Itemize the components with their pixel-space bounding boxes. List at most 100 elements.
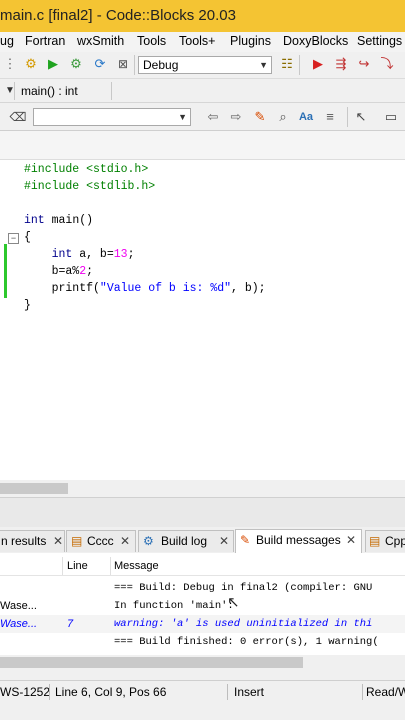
tab-cccc[interactable]: ▤ Cccc ✕ — [66, 530, 136, 552]
divider — [111, 82, 112, 100]
arrow-left-icon[interactable]: ⇦ — [205, 109, 221, 125]
code-line: } — [24, 299, 31, 312]
abort-icon[interactable]: ⊠ — [115, 56, 131, 72]
menu-wxsmith[interactable]: wxSmith — [77, 34, 124, 48]
code-line: printf("Value of b is: %d", b); — [24, 282, 266, 295]
column-header-line[interactable]: Line — [67, 557, 88, 575]
code-token: ; — [127, 248, 135, 261]
play-icon[interactable]: ▶ — [45, 56, 61, 72]
status-bar: WS-1252 Line 6, Col 9, Pos 66 Insert Rea… — [0, 680, 405, 703]
code-line: b=a%2; — [24, 265, 93, 278]
code-line: int main() — [24, 214, 93, 227]
log-row[interactable]: === Build: Debug in final2 (compiler: GN… — [0, 579, 405, 597]
menu-settings[interactable]: Settings — [357, 34, 402, 48]
editor-scroll-thumb[interactable] — [0, 483, 68, 494]
gear-icon[interactable]: ⚙ — [23, 56, 39, 72]
debug-run-icon[interactable]: ▶ — [310, 56, 326, 72]
tab-build-messages[interactable]: ✎ Build messages ✕ — [235, 529, 362, 553]
code-token: } — [24, 299, 31, 312]
divider — [299, 55, 300, 75]
close-icon[interactable]: ✕ — [346, 530, 356, 550]
panel-icon[interactable]: ▭ — [383, 109, 399, 125]
highlighter-icon[interactable]: ✎ — [252, 109, 268, 125]
function-scope[interactable]: main() : int — [21, 84, 78, 98]
chevron-down-icon: ▼ — [178, 112, 187, 122]
menu-debug[interactable]: ug — [0, 34, 14, 48]
code-editor[interactable]: − #include <stdio.h> #include <stdlib.h>… — [0, 159, 405, 480]
run-to-cursor-icon[interactable]: ⇶ — [333, 56, 349, 72]
tab-search-results[interactable]: n results ✕ — [0, 530, 65, 552]
close-icon[interactable]: ✕ — [120, 531, 130, 551]
rebuild-icon[interactable]: ⟳ — [92, 56, 108, 72]
code-token: a, b= — [72, 248, 114, 261]
status-position: Line 6, Col 9, Pos 66 — [55, 685, 167, 699]
window-bottom — [0, 702, 405, 720]
divider — [49, 684, 50, 700]
build-target-select[interactable]: Debug ▼ — [138, 56, 272, 74]
pencil-icon: ✎ — [240, 533, 251, 547]
log-message: === Build finished: 0 error(s), 1 warnin… — [114, 636, 379, 648]
next-line-icon[interactable]: ↪ — [356, 56, 372, 72]
chevron-down-icon[interactable]: ▼ — [2, 83, 18, 99]
log-line: 7 — [67, 618, 74, 630]
close-icon[interactable]: ✕ — [53, 531, 63, 551]
search-input[interactable]: ▼ — [33, 108, 191, 126]
column-divider — [110, 557, 111, 575]
menu-tools-plus[interactable]: Tools+ — [179, 34, 215, 48]
menu-bar: ug Fortran wxSmith Tools Tools+ Plugins … — [0, 32, 405, 52]
code-token: "Value of b is: %d" — [99, 282, 232, 295]
tab-label: Cpp — [385, 534, 405, 548]
step-into-icon[interactable]: ⤵ — [379, 56, 395, 72]
panel-splitter[interactable] — [0, 497, 405, 528]
tab-cppcheck[interactable]: ▤ Cpp — [365, 530, 405, 552]
document-icon: ▤ — [369, 534, 381, 548]
status-encoding: WS-1252 — [0, 685, 51, 699]
options-icon[interactable]: ≡ — [322, 109, 338, 125]
window-title: main.c [final2] - Code::Blocks 20.03 — [0, 7, 236, 24]
logs-tabs: n results ✕ ▤ Cccc ✕ ⚙ Build log ✕ ✎ Bui… — [0, 527, 405, 554]
log-scroll-thumb[interactable] — [0, 657, 303, 668]
menu-doxyblocks[interactable]: DoxyBlocks — [283, 34, 348, 48]
divider — [227, 684, 228, 700]
code-token: main() — [44, 214, 94, 227]
fold-icon[interactable]: − — [8, 233, 19, 244]
tab-label: Cccc — [87, 534, 114, 548]
title-bar: main.c [final2] - Code::Blocks 20.03 — [0, 0, 405, 32]
tab-label: Build log — [161, 534, 208, 548]
arrow-right-icon[interactable]: ⇨ — [228, 109, 244, 125]
mouse-cursor-icon: ↖ — [227, 594, 240, 611]
tab-label: Build messages — [256, 533, 341, 547]
menu-fortran[interactable]: Fortran — [25, 34, 65, 48]
clear-icon[interactable]: ⌫ — [10, 109, 27, 125]
document-icon: ▤ — [71, 534, 83, 548]
log-row-warning[interactable]: Wase... 7 warning: 'a' is used uninitial… — [0, 615, 405, 633]
menu-plugins[interactable]: Plugins — [230, 34, 271, 48]
log-row[interactable]: Wase... In function 'main': — [0, 597, 405, 615]
regex-icon[interactable]: Aa — [298, 109, 314, 125]
gear-icon: ⚙ — [143, 534, 154, 548]
code-token: int — [24, 214, 45, 227]
log-row[interactable]: === Build finished: 0 error(s), 1 warnin… — [0, 633, 405, 651]
list-icon[interactable]: ☷ — [279, 56, 295, 72]
find-icon[interactable]: ⌕ — [275, 109, 291, 125]
build-toolbar: ⋮ ⚙ ▶ ⚙ ⟳ ⊠ Debug ▼ ☷ ▶ ⇶ ↪ ⤵ — [0, 52, 405, 79]
code-line: { — [24, 231, 31, 244]
change-marker — [4, 244, 7, 298]
code-token: #include <stdio.h> — [24, 163, 149, 176]
log-header: Line Message — [0, 557, 405, 576]
code-token: ; — [86, 265, 94, 278]
build-messages-list: Line Message === Build: Debug in final2 … — [0, 553, 405, 655]
column-header-message[interactable]: Message — [114, 557, 159, 575]
menu-tools[interactable]: Tools — [137, 34, 166, 48]
column-divider — [62, 557, 63, 575]
log-message: warning: 'a' is used uninitialized in th… — [114, 618, 373, 630]
close-icon[interactable]: ✕ — [219, 531, 229, 551]
gear-run-icon[interactable]: ⚙ — [68, 56, 84, 72]
code-token: b=a% — [24, 265, 80, 278]
status-mode: Insert — [234, 685, 265, 699]
cursor-icon[interactable]: ↖ — [353, 109, 369, 125]
tab-build-log[interactable]: ⚙ Build log ✕ — [138, 530, 234, 552]
code-token: printf( — [24, 282, 100, 295]
code-line: #include <stdlib.h> — [24, 180, 155, 193]
